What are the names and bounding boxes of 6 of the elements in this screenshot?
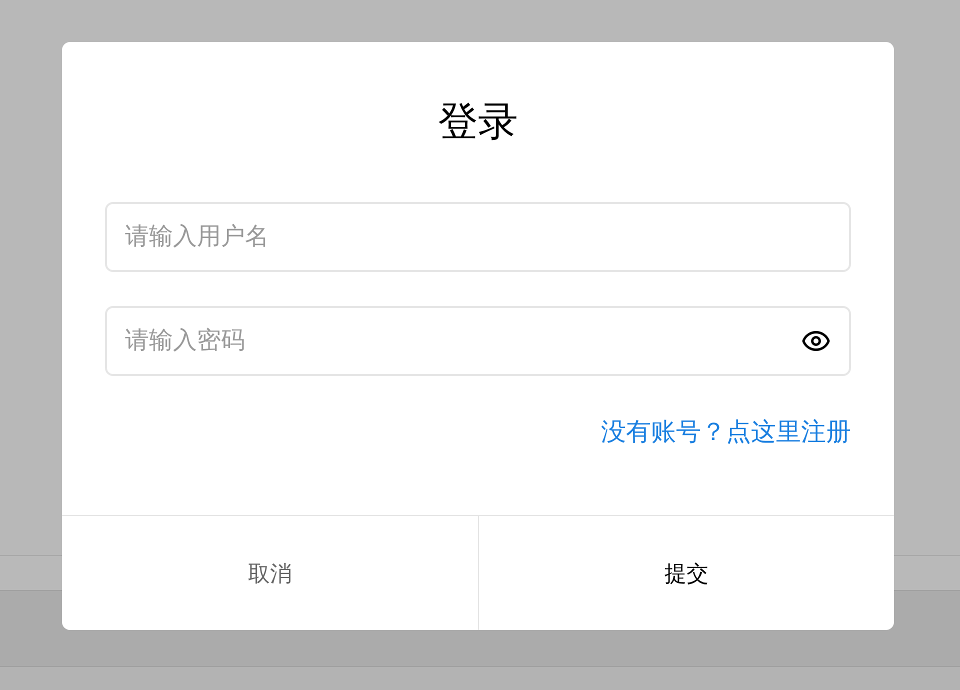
- cancel-button[interactable]: 取消: [62, 516, 478, 630]
- submit-button[interactable]: 提交: [478, 516, 894, 630]
- password-field[interactable]: 请输入密码: [105, 306, 851, 376]
- register-link[interactable]: 没有账号？点这里注册: [601, 416, 851, 448]
- dialog-title: 登录: [437, 99, 519, 146]
- username-field[interactable]: 请输入用户名: [105, 202, 851, 272]
